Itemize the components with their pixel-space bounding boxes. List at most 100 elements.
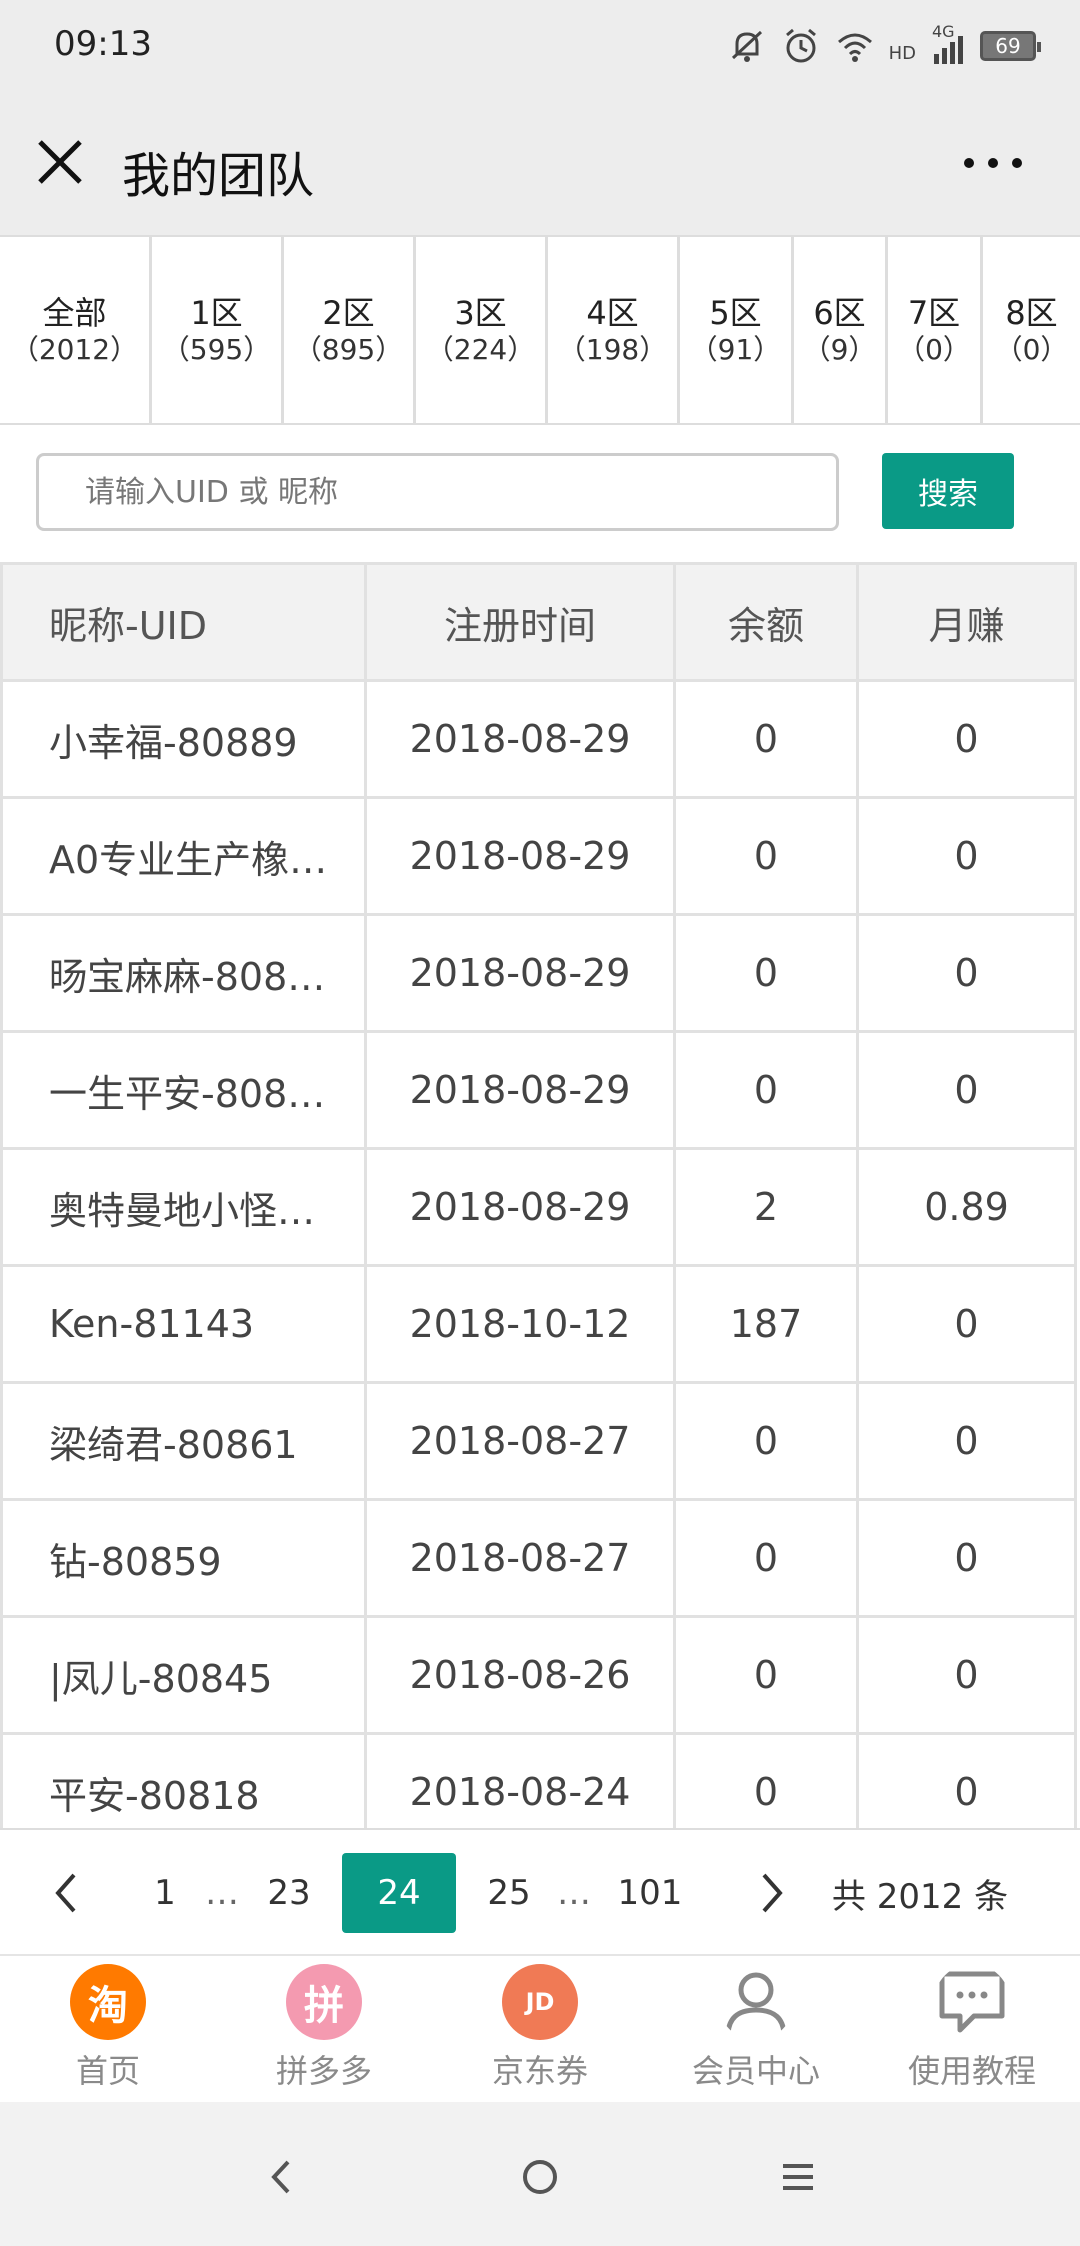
cell-register-date: 2018-08-29: [364, 679, 676, 799]
hd-indicator: HD: [888, 42, 916, 64]
table-row[interactable]: Ken-81143 2018-10-12 187 0: [0, 1264, 1077, 1384]
tab-label: 拼多多: [275, 2052, 372, 2090]
home-icon[interactable]: [505, 2142, 575, 2212]
cell-monthly-earnings: 0: [856, 679, 1077, 799]
column-header-register-date: 注册时间: [364, 562, 676, 682]
zone-tab-label: 4区: [586, 294, 639, 332]
table-row[interactable]: 梁绮君-80861 2018-08-27 0 0: [0, 1381, 1077, 1501]
cell-monthly-earnings: 0: [856, 1381, 1077, 1501]
page-first[interactable]: 1: [140, 1853, 190, 1933]
tab-tutorial[interactable]: 使用教程: [872, 1964, 1072, 2100]
pagination: 1 … 23 24 25 … 101 共 2012 条: [0, 1828, 1080, 1954]
zone-tab-6[interactable]: 6区 （9）: [794, 237, 888, 423]
prev-page-icon[interactable]: [40, 1853, 90, 1933]
cell-nickname: |凤儿-80845: [0, 1615, 367, 1735]
cell-nickname: 梁绮君-80861: [0, 1381, 367, 1501]
zone-tab-count: （0）: [897, 333, 971, 366]
cell-nickname: A0专业生产橡…: [0, 796, 367, 916]
zone-tab-label: 3区: [454, 294, 507, 332]
cell-balance: 0: [673, 679, 859, 799]
zone-tab-8[interactable]: 8区 （0）: [983, 237, 1080, 423]
alarm-icon: [785, 28, 816, 63]
search-input[interactable]: [36, 453, 839, 531]
cell-monthly-earnings: 0: [856, 1030, 1077, 1150]
zone-tab-label: 全部: [42, 294, 107, 332]
table-row[interactable]: 小幸福-80889 2018-08-29 0 0: [0, 679, 1077, 799]
search-button[interactable]: 搜索: [882, 453, 1014, 529]
cell-register-date: 2018-08-24: [364, 1732, 676, 1828]
back-icon[interactable]: [246, 2142, 316, 2212]
zone-tab-3[interactable]: 3区 （224）: [416, 237, 548, 423]
page-ellipsis: …: [205, 1873, 239, 1913]
cell-balance: 187: [673, 1264, 859, 1384]
cell-nickname: 平安-80818: [0, 1732, 367, 1828]
zone-tab-7[interactable]: 7区 （0）: [888, 237, 983, 423]
table-row[interactable]: 一生平安-808… 2018-08-29 0 0: [0, 1030, 1077, 1150]
zone-tab-count: （595）: [161, 333, 272, 366]
total-count: 共 2012 条: [831, 1876, 1009, 1917]
page-title: 我的团队: [122, 148, 315, 204]
cell-balance: 0: [673, 1732, 859, 1828]
tab-pinduoduo[interactable]: 拼 拼多多: [224, 1964, 424, 2100]
next-page-icon[interactable]: [748, 1853, 798, 1933]
close-icon[interactable]: [30, 132, 90, 192]
cell-balance: 2: [673, 1147, 859, 1267]
column-header-balance: 余额: [673, 562, 859, 682]
tab-home[interactable]: 淘 首页: [8, 1964, 208, 2100]
cell-register-date: 2018-08-29: [364, 1147, 676, 1267]
page-next-number[interactable]: 25: [474, 1853, 544, 1933]
tab-jd-coupons[interactable]: JD 京东券: [440, 1964, 640, 2100]
zone-tab-count: （2012）: [10, 333, 139, 366]
page-prev-number[interactable]: 23: [254, 1853, 324, 1933]
table-row[interactable]: |凤儿-80845 2018-08-26 0 0: [0, 1615, 1077, 1735]
tab-member-center[interactable]: 会员中心: [656, 1964, 856, 2100]
signal-icon: 4G: [930, 22, 966, 66]
table-row[interactable]: A0专业生产橡… 2018-08-29 0 0: [0, 796, 1077, 916]
zone-tab-all[interactable]: 全部 （2012）: [0, 237, 152, 423]
cell-balance: 0: [673, 1498, 859, 1618]
status-bar: 09:13 HD 4G 69: [0, 0, 1080, 92]
menu-icon[interactable]: [763, 2142, 833, 2212]
table-row[interactable]: 旸宝麻麻-808… 2018-08-29 0 0: [0, 913, 1077, 1033]
page-ellipsis: …: [557, 1873, 591, 1913]
pinduoduo-icon: 拼: [286, 1964, 362, 2040]
cell-register-date: 2018-08-29: [364, 796, 676, 916]
cell-monthly-earnings: 0: [856, 1498, 1077, 1618]
cell-register-date: 2018-08-27: [364, 1498, 676, 1618]
zone-tab-4[interactable]: 4区 （198）: [548, 237, 680, 423]
cell-nickname: 一生平安-808…: [0, 1030, 367, 1150]
zone-tab-label: 8区: [1005, 294, 1058, 332]
tab-label: 首页: [75, 2052, 140, 2090]
cell-register-date: 2018-08-26: [364, 1615, 676, 1735]
cell-monthly-earnings: 0: [856, 1615, 1077, 1735]
status-icons: HD 4G 69: [727, 22, 1041, 68]
cell-monthly-earnings: 0: [856, 796, 1077, 916]
page-current[interactable]: 24: [342, 1853, 456, 1933]
bottom-tab-bar: 淘 首页 拼 拼多多 JD 京东券 会员中心 使用教程: [0, 1954, 1080, 2102]
zone-tab-label: 7区: [907, 294, 961, 332]
cell-balance: 0: [673, 1381, 859, 1501]
cell-monthly-earnings: 0: [856, 1732, 1077, 1828]
zone-tabs: 全部 （2012） 1区 （595） 2区 （895） 3区 （224） 4区 …: [0, 235, 1080, 425]
more-icon[interactable]: [958, 138, 1028, 188]
cell-balance: 0: [673, 796, 859, 916]
battery-icon: 69: [980, 31, 1041, 61]
cell-register-date: 2018-08-29: [364, 1030, 676, 1150]
zone-tab-label: 5区: [709, 294, 762, 332]
zone-tab-1[interactable]: 1区 （595）: [152, 237, 284, 423]
cell-monthly-earnings: 0: [856, 1264, 1077, 1384]
table-row[interactable]: 平安-80818 2018-08-24 0 0: [0, 1732, 1077, 1828]
table-header-row: 昵称-UID 注册时间 余额 月赚: [0, 562, 1077, 682]
taobao-icon: 淘: [70, 1964, 146, 2040]
table-row[interactable]: 钻-80859 2018-08-27 0 0: [0, 1498, 1077, 1618]
table-row[interactable]: 奥特曼地小怪… 2018-08-29 2 0.89: [0, 1147, 1077, 1267]
jd-icon: JD: [502, 1964, 578, 2040]
cell-nickname: 钻-80859: [0, 1498, 367, 1618]
page-last[interactable]: 101: [608, 1853, 692, 1933]
user-icon: [725, 1972, 787, 2037]
zone-tab-5[interactable]: 5区 （91）: [680, 237, 794, 423]
cell-register-date: 2018-08-27: [364, 1381, 676, 1501]
cell-balance: 0: [673, 913, 859, 1033]
system-nav-bar: [0, 2102, 1080, 2246]
zone-tab-2[interactable]: 2区 （895）: [284, 237, 416, 423]
